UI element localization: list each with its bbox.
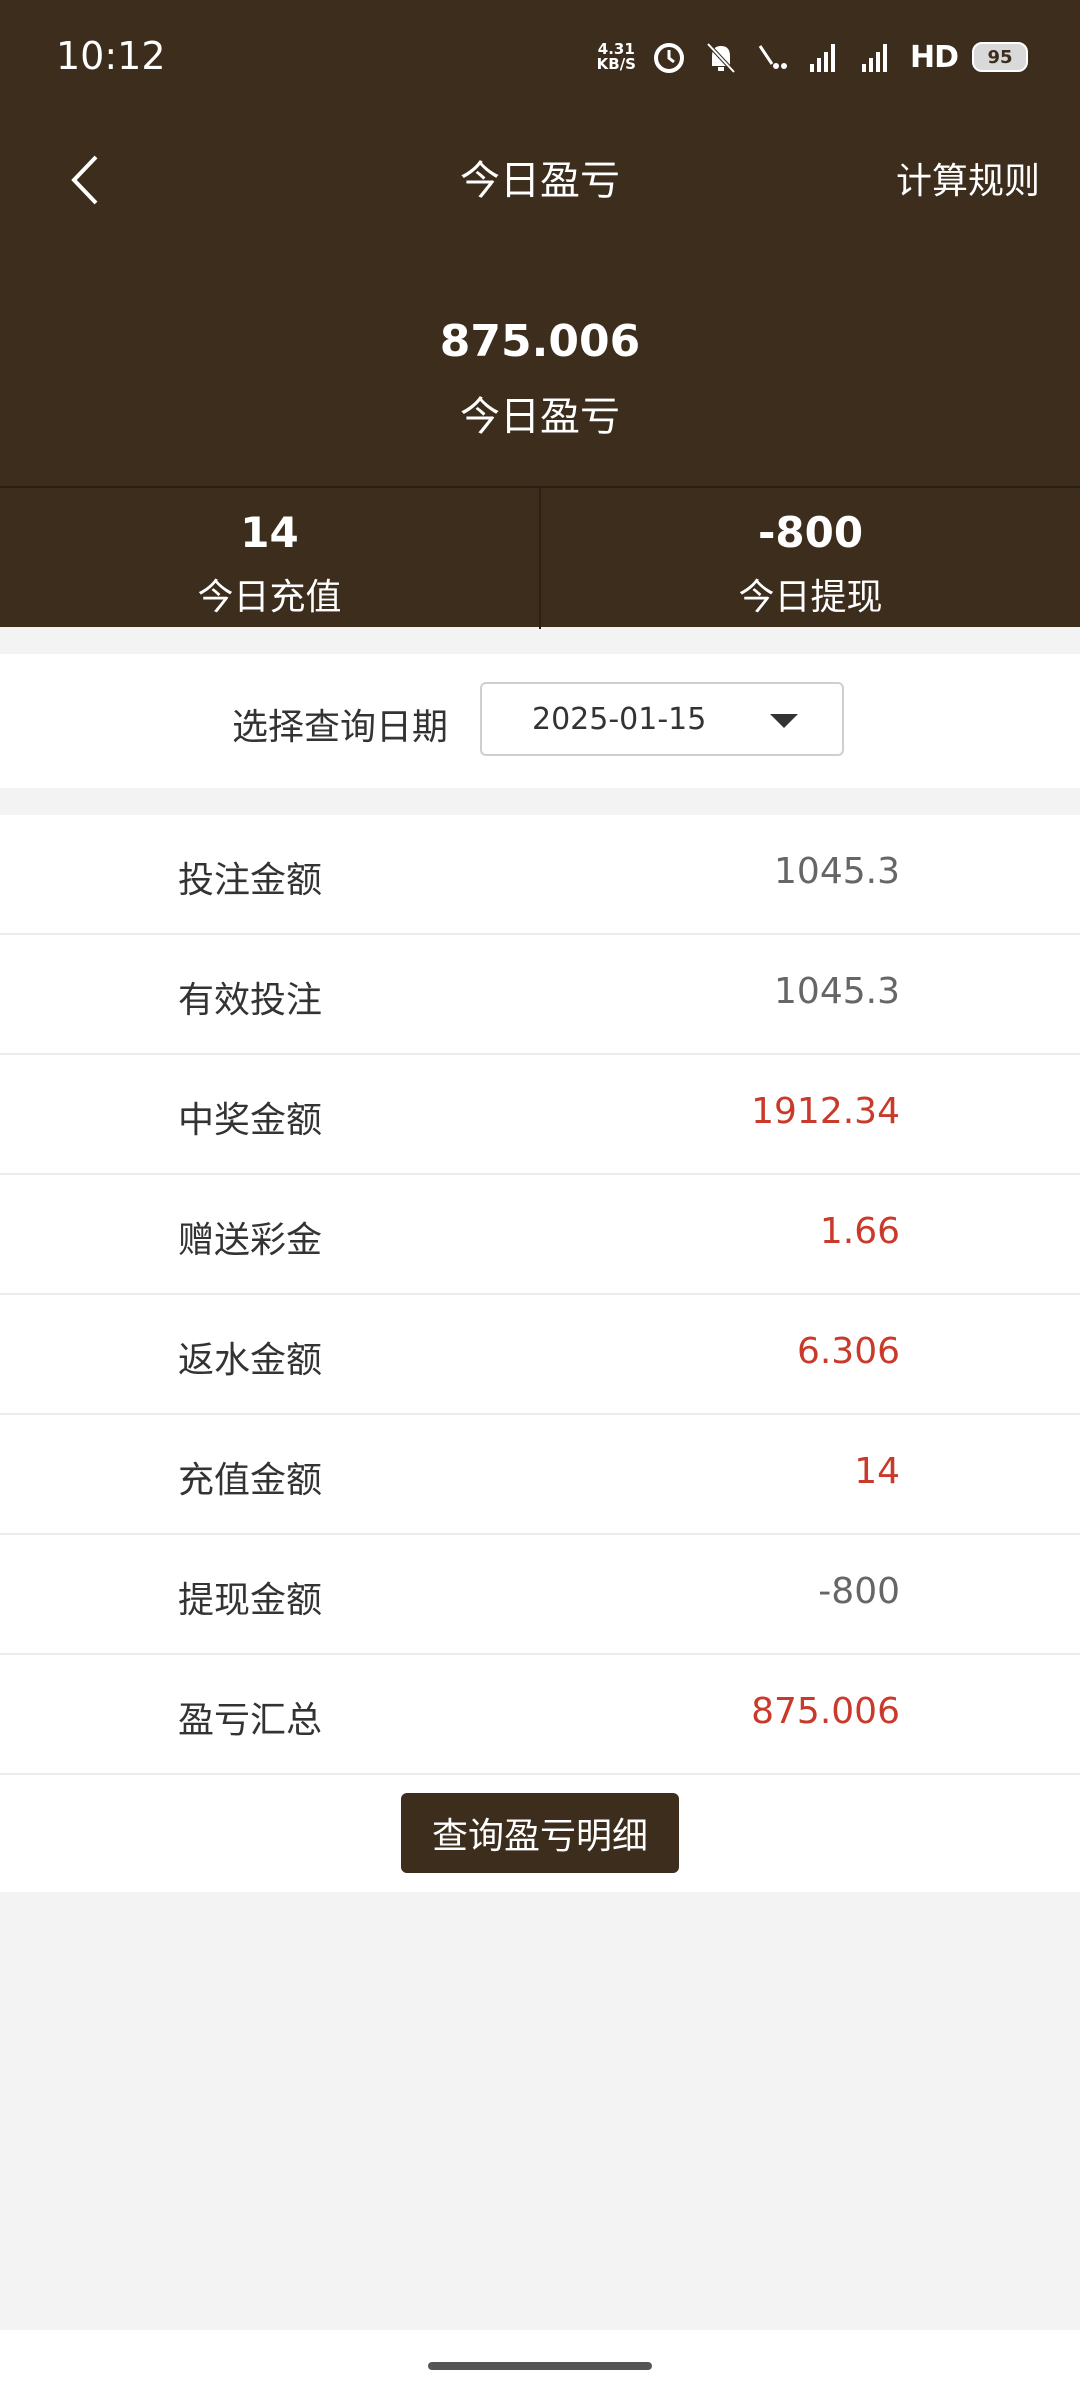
row-label: 充值金额	[178, 1460, 323, 1501]
status-bar: 10:12 4.31 KB/S HD 95	[0, 0, 1080, 120]
home-indicator[interactable]	[428, 2362, 652, 2370]
wifi-icon	[758, 45, 787, 69]
date-select-value: 2025-01-15	[532, 702, 707, 737]
detail-row-bet-amount: 投注金额 1045.3	[0, 815, 1080, 935]
today-profit-value: 875.006	[439, 316, 641, 367]
row-value: -800	[818, 1571, 900, 1612]
nav-bar: 今日盈亏 计算规则	[0, 120, 1080, 238]
row-label: 返水金额	[178, 1340, 323, 1381]
row-label: 盈亏汇总	[178, 1700, 323, 1741]
hd-indicator: HD	[909, 39, 959, 75]
withdraw-stat: -800 今日提现	[539, 488, 1080, 629]
status-time: 10:12	[56, 34, 166, 78]
withdraw-label: 今日提现	[738, 577, 883, 618]
stats-row: 14 今日充值 -800 今日提现	[0, 486, 1080, 629]
date-query-label: 选择查询日期	[232, 707, 449, 748]
row-label: 赠送彩金	[178, 1220, 323, 1261]
row-value: 1045.3	[774, 971, 900, 1012]
withdraw-value: -800	[757, 508, 864, 557]
query-profit-detail-button[interactable]: 查询盈亏明细	[401, 1793, 679, 1873]
net-speed-unit: KB/S	[596, 55, 636, 73]
detail-row-bonus: 赠送彩金 1.66	[0, 1175, 1080, 1295]
action-area: 查询盈亏明细	[0, 1775, 1080, 1892]
date-select[interactable]: 2025-01-15	[480, 682, 844, 756]
battery-icon: 95	[972, 42, 1028, 72]
detail-row-rebate: 返水金额 6.306	[0, 1295, 1080, 1415]
today-profit-label: 今日盈亏	[460, 394, 620, 440]
detail-row-profit-summary: 盈亏汇总 875.006	[0, 1655, 1080, 1775]
row-value: 1912.34	[751, 1091, 900, 1132]
row-value: 1.66	[819, 1211, 900, 1252]
gesture-bar	[0, 2330, 1080, 2400]
row-label: 提现金额	[178, 1580, 323, 1621]
recharge-stat: 14 今日充值	[0, 488, 539, 629]
detail-row-recharge: 充值金额 14	[0, 1415, 1080, 1535]
header: 10:12 4.31 KB/S HD 95 今日盈亏 计算规则 875.006 …	[0, 0, 1080, 629]
row-value: 14	[854, 1451, 900, 1492]
row-label: 中奖金额	[178, 1100, 323, 1141]
status-icons: 4.31 KB/S HD 95	[597, 38, 1028, 76]
row-value: 6.306	[796, 1331, 900, 1372]
row-label: 投注金额	[178, 860, 323, 901]
signal-4g-plus-icon	[809, 44, 835, 72]
detail-row-withdraw: 提现金额 -800	[0, 1535, 1080, 1655]
recharge-label: 今日充值	[197, 577, 342, 618]
alarm-icon	[653, 43, 684, 73]
row-label: 有效投注	[178, 980, 323, 1021]
caret-down-icon	[770, 714, 798, 728]
signal-4g-icon	[861, 44, 887, 72]
detail-row-valid-bet: 有效投注 1045.3	[0, 935, 1080, 1055]
row-value: 875.006	[751, 1691, 900, 1732]
date-query-section: 选择查询日期 2025-01-15	[0, 654, 1080, 788]
row-value: 1045.3	[774, 851, 900, 892]
detail-list: 投注金额 1045.3 有效投注 1045.3 中奖金额 1912.34 赠送彩…	[0, 815, 1080, 1775]
calculation-rules-link[interactable]: 计算规则	[896, 152, 1040, 204]
bell-muted-icon	[706, 42, 736, 74]
detail-row-win-amount: 中奖金额 1912.34	[0, 1055, 1080, 1175]
recharge-value: 14	[240, 508, 299, 557]
net-speed: 4.31 KB/S	[597, 42, 636, 72]
